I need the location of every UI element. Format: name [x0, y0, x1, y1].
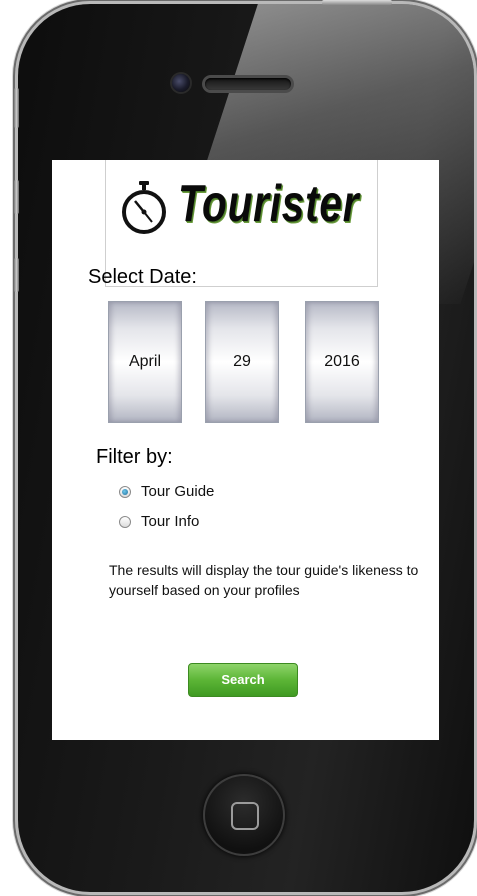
- search-button[interactable]: Search: [188, 663, 298, 697]
- volume-down-button[interactable]: [14, 258, 19, 292]
- day-picker[interactable]: 29: [205, 301, 279, 423]
- home-square-icon: [231, 802, 259, 830]
- month-picker[interactable]: April: [108, 301, 182, 423]
- filter-option-label: Tour Info: [141, 513, 200, 530]
- mute-switch[interactable]: [14, 88, 19, 128]
- year-value: 2016: [324, 353, 360, 370]
- stopwatch-icon: [122, 181, 166, 234]
- radio-tour-guide[interactable]: [119, 485, 131, 498]
- filter-option-tour-guide[interactable]: Tour Guide: [119, 483, 214, 500]
- filter-by-label: Filter by:: [96, 446, 173, 468]
- day-value: 29: [233, 353, 251, 370]
- filter-option-label: Tour Guide: [141, 483, 215, 500]
- radio-tour-info[interactable]: [119, 515, 131, 528]
- filter-option-tour-info[interactable]: Tour Info: [119, 513, 199, 530]
- results-description: The results will display the tour guide'…: [109, 562, 419, 598]
- power-button[interactable]: [322, 0, 392, 5]
- stage: Tourister Select Date: April 29 2016 Fil…: [0, 0, 477, 896]
- front-camera: [172, 74, 190, 92]
- home-button[interactable]: [203, 774, 285, 856]
- volume-up-button[interactable]: [14, 180, 19, 214]
- select-date-label: Select Date:: [88, 266, 197, 288]
- month-value: April: [128, 353, 161, 370]
- app-logo-text: Tourister: [178, 175, 360, 233]
- earpiece-speaker: [205, 78, 291, 90]
- year-picker[interactable]: 2016: [305, 301, 379, 423]
- app-screen: Tourister Select Date: April 29 2016 Fil…: [52, 160, 439, 740]
